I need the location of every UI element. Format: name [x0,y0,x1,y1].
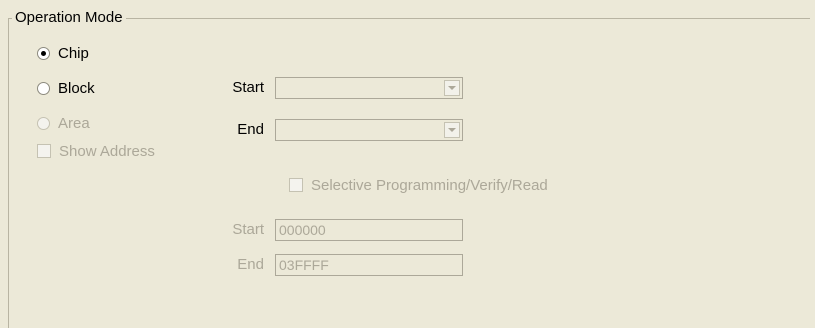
block-radio-indicator[interactable] [37,81,50,95]
area-radio-label: Area [58,114,90,132]
show-address-checkbox[interactable]: Show Address [37,140,155,162]
address-end-label: End [237,256,264,273]
area-radio-indicator[interactable] [37,116,50,130]
block-start-combo[interactable] [275,77,463,99]
show-address-label: Show Address [59,142,155,160]
operation-mode-groupbox [8,18,810,328]
address-start-label: Start [232,221,264,238]
chevron-down-icon[interactable] [444,80,460,96]
block-start-label: Start [232,79,264,96]
chip-radio[interactable]: Chip [37,42,89,64]
chip-radio-indicator[interactable] [37,46,50,60]
chevron-down-icon[interactable] [444,122,460,138]
show-address-checkbox-box[interactable] [37,144,51,158]
selective-programming-checkbox-box[interactable] [289,178,303,192]
selective-programming-checkbox[interactable]: Selective Programming/Verify/Read [289,174,548,196]
group-label: Operation Mode [12,9,126,27]
selective-programming-label: Selective Programming/Verify/Read [311,176,548,194]
block-radio[interactable]: Block [37,77,95,99]
area-radio[interactable]: Area [37,112,90,134]
block-radio-label: Block [58,79,95,97]
block-end-combo[interactable] [275,119,463,141]
block-end-label: End [237,121,264,138]
address-end-field[interactable] [275,254,463,276]
chip-radio-label: Chip [58,44,89,62]
address-start-field[interactable] [275,219,463,241]
